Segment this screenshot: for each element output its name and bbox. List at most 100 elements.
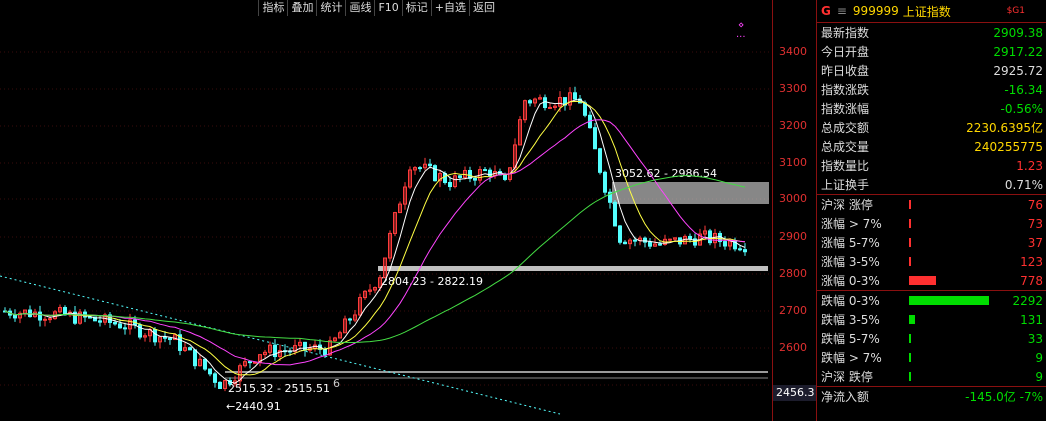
candle-body xyxy=(583,102,587,116)
candle-body xyxy=(623,241,627,245)
stat-value: 2909.38 xyxy=(993,25,1043,40)
axis-tick-label: 2600 xyxy=(779,341,807,354)
stat-label: 最新指数 xyxy=(821,26,870,40)
stat-row: 总成交额 2230.6395亿 xyxy=(817,118,1046,137)
candle-body xyxy=(618,225,622,243)
distribution-value: 131 xyxy=(1020,312,1043,327)
toolbar-button[interactable]: 返回 xyxy=(469,0,498,16)
candle-body xyxy=(593,127,597,150)
lower-zone-label: 2804.23 - 2822.19 xyxy=(381,275,483,288)
candle-body xyxy=(118,323,122,329)
distribution-label: 涨幅 5-7% xyxy=(821,236,880,250)
candle-body xyxy=(48,318,52,321)
candle-body xyxy=(203,358,207,370)
toolbar-button[interactable]: 统计 xyxy=(316,0,345,16)
candle-body xyxy=(153,329,157,343)
distribution-value: 123 xyxy=(1020,254,1043,269)
distribution-value: 9 xyxy=(1035,350,1043,365)
stat-row: 指数涨幅 -0.56% xyxy=(817,99,1046,118)
axis-tick-label: 3100 xyxy=(779,156,807,169)
distribution-row: 涨幅 3-5% 123 xyxy=(817,252,1046,271)
axis-tick-label: 3200 xyxy=(779,119,807,132)
axis-tick-label: 3300 xyxy=(779,82,807,95)
chart-canvas: 3052.62 - 2986.542804.23 - 2822.192515.3… xyxy=(0,20,772,415)
net-flow-value: -145.0亿 -7% xyxy=(965,390,1043,404)
toolbar-button[interactable]: 指标 xyxy=(258,0,287,16)
candle-body xyxy=(113,321,117,325)
bottom-zone xyxy=(225,371,768,373)
distribution-label: 沪深 跌停 xyxy=(821,370,873,384)
toolbar-button[interactable]: 叠加 xyxy=(287,0,316,16)
distribution-row: 跌幅 > 7% 9 xyxy=(817,348,1046,367)
signal-dots-icon: ··· xyxy=(736,32,746,43)
axis-tick-label: 2700 xyxy=(779,304,807,317)
toolbar-button[interactable]: F10 xyxy=(374,0,401,16)
candle-body xyxy=(668,238,672,241)
stock-code: 999999 xyxy=(852,4,899,18)
distribution-row: 涨幅 5-7% 37 xyxy=(817,233,1046,252)
stat-row: 总成交量 240255775 xyxy=(817,137,1046,156)
candle-body xyxy=(418,167,422,170)
stat-value: 240255775 xyxy=(974,139,1043,154)
distribution-value: 37 xyxy=(1027,235,1043,250)
stat-label: 指数涨跌 xyxy=(821,83,870,97)
candle-body xyxy=(38,311,42,321)
candle-body xyxy=(303,341,307,351)
toolbar-button[interactable]: +自选 xyxy=(430,0,469,16)
candle-body xyxy=(483,169,487,172)
quote-panel: G ≡ 999999 上证指数 $G1 最新指数 2909.38 今日开盘 2917.… xyxy=(816,0,1046,421)
candle-body xyxy=(448,182,452,188)
distribution-row: 沪深 涨停 76 xyxy=(817,195,1046,214)
candle-body xyxy=(688,235,692,240)
distribution-label: 跌幅 3-5% xyxy=(821,313,880,327)
candle-body xyxy=(208,368,212,375)
candle-body xyxy=(743,249,747,253)
stat-label: 今日开盘 xyxy=(821,45,870,59)
distribution-label: 涨幅 > 7% xyxy=(821,217,882,231)
candle-body xyxy=(28,309,32,318)
candle-body xyxy=(98,320,102,323)
distribution-label: 跌幅 5-7% xyxy=(821,332,880,346)
candle-body xyxy=(248,361,252,364)
net-flow-row: 净流入额 -145.0亿 -7% xyxy=(817,386,1046,406)
toolbar-button[interactable]: 画线 xyxy=(345,0,374,16)
distribution-label: 沪深 涨停 xyxy=(821,198,873,212)
distribution-bar xyxy=(909,257,911,266)
ma20-line xyxy=(4,119,746,366)
stat-label: 总成交额 xyxy=(821,121,870,135)
menu-icon[interactable]: ≡ xyxy=(837,4,847,18)
distribution-row: 沪深 跌停 9 xyxy=(817,367,1046,386)
stat-value: 2917.22 xyxy=(993,44,1043,59)
brand-icon: G xyxy=(821,4,831,18)
distribution-value: 9 xyxy=(1035,369,1043,384)
distribution-bar xyxy=(909,276,936,285)
axis-tick-label: 2900 xyxy=(779,230,807,243)
stat-value: 0.71% xyxy=(1004,177,1043,192)
stat-value: 2925.72 xyxy=(993,63,1043,78)
candle-body xyxy=(428,163,432,167)
candle-body xyxy=(323,348,327,356)
candle-body xyxy=(503,174,507,180)
stat-label: 昨日收盘 xyxy=(821,64,870,78)
price-axis: 3400 3300 3200 3100 3000 2900 2800 2700 2600 245… xyxy=(772,0,817,421)
support-zone xyxy=(378,266,768,271)
current-price-label: 2456.3 xyxy=(773,385,817,401)
toolbar-button[interactable]: 标记 xyxy=(401,0,431,16)
stat-row: 上证换手 0.71% xyxy=(817,175,1046,194)
axis-tick-label: 3400 xyxy=(779,45,807,58)
candle-body xyxy=(348,318,352,321)
candle-body xyxy=(433,165,437,182)
distribution-bar xyxy=(909,315,915,324)
candle-body xyxy=(168,337,172,341)
candle-body xyxy=(213,373,217,383)
stat-label: 指数量比 xyxy=(821,159,870,173)
panel-header: G ≡ 999999 上证指数 $G1 xyxy=(817,0,1046,23)
candle-body xyxy=(473,177,477,181)
distribution-row: 跌幅 5-7% 33 xyxy=(817,329,1046,348)
candle-body xyxy=(193,349,197,367)
distribution-row: 跌幅 3-5% 131 xyxy=(817,310,1046,329)
candle-body xyxy=(708,230,712,244)
candlestick-chart[interactable]: 3052.62 - 2986.54 2804.23 - 2822.19 2515.3… xyxy=(0,0,772,421)
stat-value: 2230.6395亿 xyxy=(966,121,1043,135)
candle-body xyxy=(573,92,577,100)
